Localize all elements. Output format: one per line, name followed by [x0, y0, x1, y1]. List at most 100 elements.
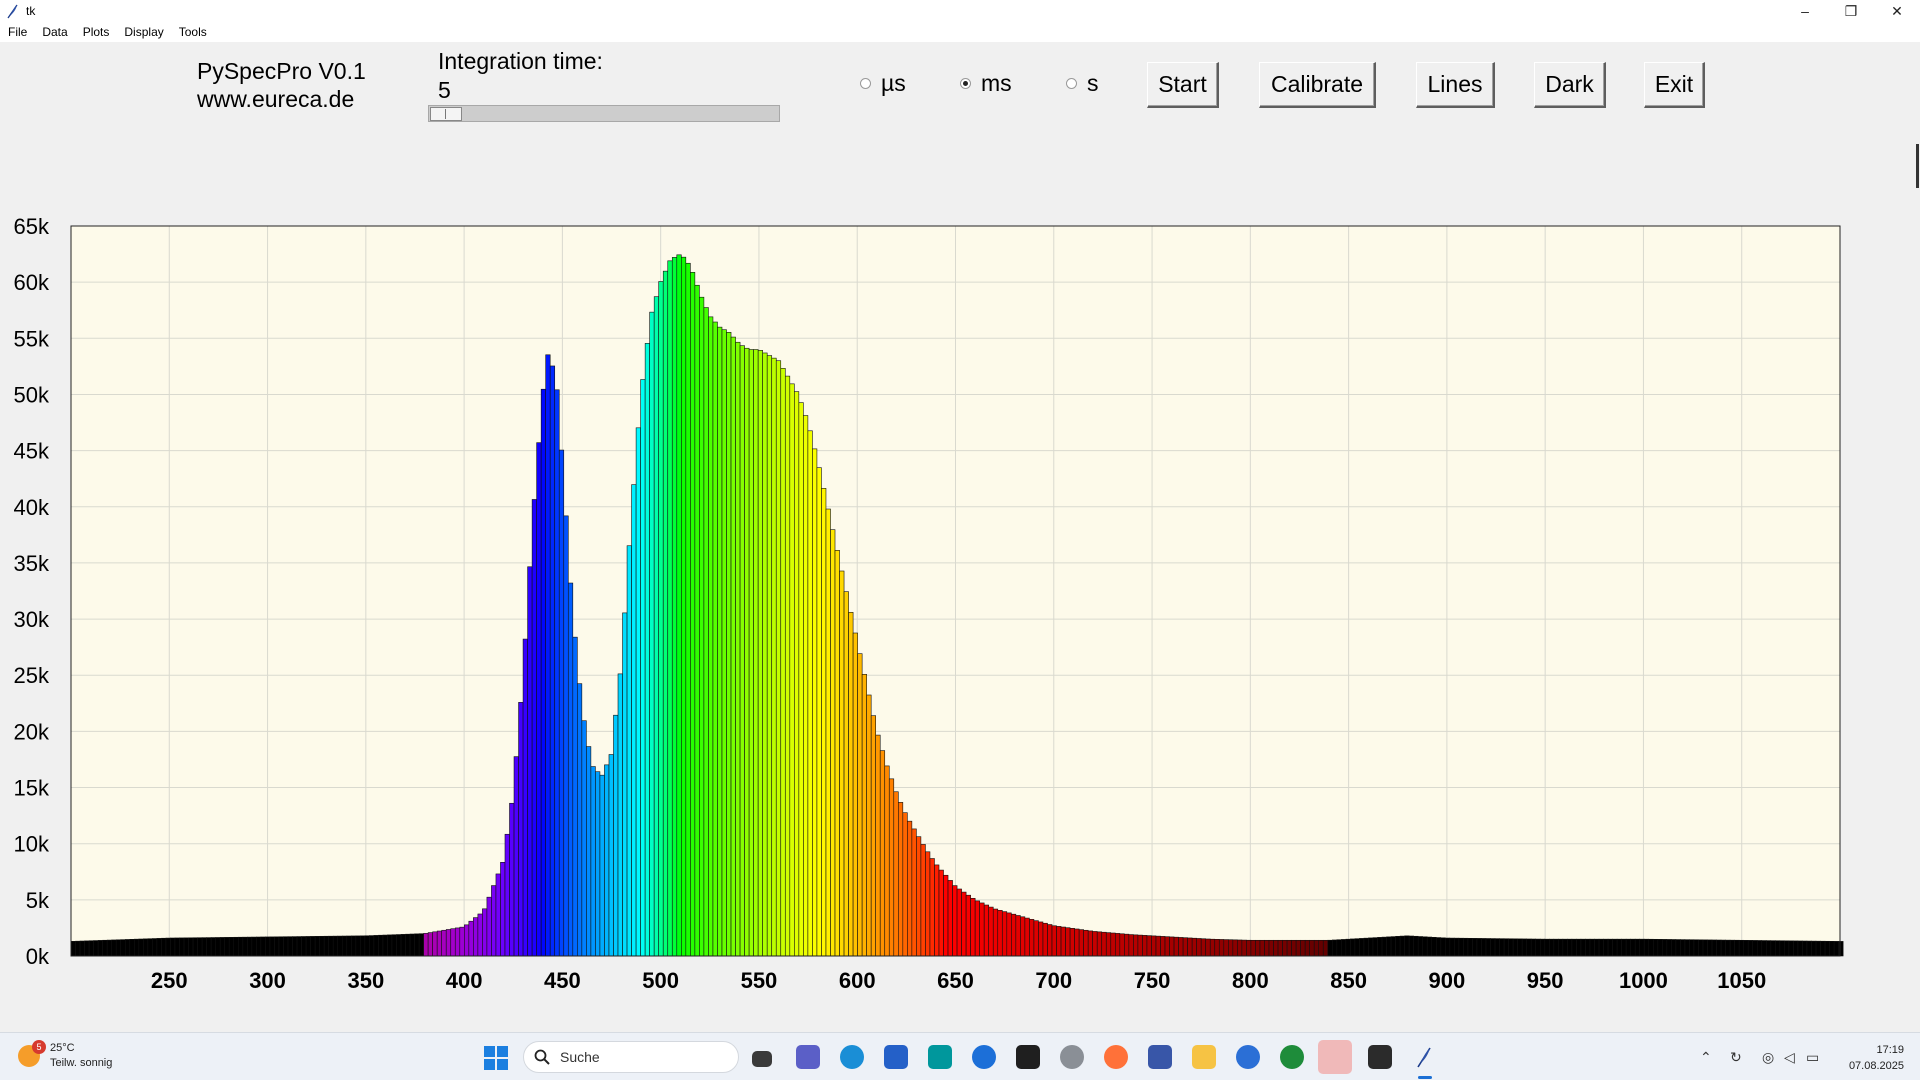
console-icon[interactable]	[1368, 1045, 1392, 1069]
spectrum-bar	[934, 864, 940, 957]
spectrum-bar	[1643, 938, 1650, 957]
close-button[interactable]: ✕	[1874, 0, 1920, 22]
weather-widget[interactable]: 5 25°C Teilw. sonnig	[18, 1040, 112, 1071]
x-tick-label: 350	[347, 968, 384, 993]
spectrum-bar	[1666, 939, 1672, 957]
spectrum-bar	[1119, 933, 1125, 957]
spectrum-bar	[1426, 936, 1433, 957]
spectrum-bar	[970, 897, 976, 957]
spectrum-bar	[1331, 939, 1338, 957]
y-tick-label: 5k	[26, 888, 50, 913]
spectrum-bar	[436, 930, 443, 957]
task-view-icon[interactable]	[752, 1051, 772, 1067]
spectrum-bar	[378, 934, 384, 957]
radio-indicator[interactable]	[960, 78, 971, 89]
menu-file[interactable]: File	[0, 25, 34, 39]
spectrum-bar	[350, 935, 357, 957]
x-tick-label: 800	[1232, 968, 1269, 993]
spectrum-bar	[382, 934, 388, 957]
unit-radio-s[interactable]: s	[1066, 70, 1099, 97]
terminal-app-icon[interactable]	[1016, 1045, 1040, 1069]
spectrum-bar	[613, 714, 619, 957]
clock[interactable]: 17:19 07.08.2025	[1849, 1042, 1904, 1074]
menu-data[interactable]: Data	[34, 25, 74, 39]
spectrum-bar	[626, 545, 632, 957]
spectrum-bar	[902, 812, 908, 957]
spectrum-bar	[875, 734, 881, 957]
spectrum-bar	[852, 632, 858, 957]
edge-icon[interactable]	[840, 1045, 864, 1069]
app-website: www.eureca.de	[197, 86, 355, 112]
integration-time-slider[interactable]	[428, 105, 780, 122]
spectrum-bar	[405, 933, 411, 957]
minimize-button[interactable]: –	[1782, 0, 1828, 22]
spectrum-bar	[1621, 938, 1627, 957]
spectrum-bar	[943, 874, 949, 957]
lines-button[interactable]: Lines	[1416, 62, 1495, 108]
spectrum-bar	[717, 326, 723, 957]
spectrum-bar	[1255, 939, 1261, 957]
unit-radio-us[interactable]: µs	[860, 70, 906, 97]
spectrum-bar	[1264, 939, 1270, 957]
spectrum-bar	[242, 936, 248, 957]
spectrum-bar	[667, 260, 673, 957]
sync-icon[interactable]: ↻	[1730, 1049, 1742, 1066]
spectrum-bar	[206, 937, 212, 957]
battery-icon[interactable]: ▭	[1806, 1049, 1819, 1066]
spectrum-bar	[509, 802, 515, 957]
hs-app-icon[interactable]	[1280, 1045, 1304, 1069]
spectrum-bar	[1508, 938, 1514, 957]
radio-indicator[interactable]	[1066, 78, 1077, 89]
spectrum-bar	[983, 904, 990, 957]
calibrate-button[interactable]: Calibrate	[1259, 62, 1376, 108]
spectrum-bar	[1377, 937, 1383, 957]
menu-display[interactable]: Display	[116, 25, 170, 39]
x-axis-ticks: 250 300 350 400 450 500 550 600 650 700 750 800 850 9…	[151, 968, 1766, 993]
arduino-icon[interactable]	[928, 1045, 952, 1069]
start-button[interactable]: Start	[1147, 62, 1219, 108]
exit-button[interactable]: Exit	[1644, 62, 1705, 108]
maximize-button[interactable]: ❐	[1828, 0, 1874, 22]
dark-button[interactable]: Dark	[1534, 62, 1606, 108]
taskbar-search[interactable]: Suche	[523, 1041, 739, 1073]
browser-icon[interactable]	[972, 1045, 996, 1069]
vpn-icon[interactable]	[1236, 1045, 1260, 1069]
network-icon[interactable]: ◎	[1762, 1049, 1774, 1066]
network-tool-icon[interactable]	[1060, 1045, 1084, 1069]
spectrum-bar	[387, 934, 393, 957]
store-icon[interactable]	[884, 1045, 908, 1069]
spectrum-bar	[540, 388, 546, 957]
tk-feather-icon[interactable]	[1412, 1045, 1436, 1069]
spectrum-bar	[1743, 940, 1749, 957]
spectrum-bar	[1806, 940, 1812, 957]
y-tick-label: 55k	[14, 326, 50, 351]
radio-indicator[interactable]	[860, 78, 871, 89]
tray-overflow-icon[interactable]: ⌃	[1700, 1049, 1712, 1066]
spectrum-bar	[1530, 938, 1537, 957]
scrollbar-marker[interactable]	[1916, 144, 1919, 188]
spectrum-bar	[1327, 939, 1333, 957]
firefox-icon[interactable]	[1104, 1045, 1128, 1069]
spectrum-bar	[640, 379, 646, 957]
spectrum-bar	[1155, 935, 1161, 957]
python-app-icon[interactable]	[1318, 1040, 1352, 1074]
spectrum-bar	[839, 570, 845, 957]
x-tick-label: 1050	[1717, 968, 1766, 993]
spectrum-bar	[1259, 939, 1265, 957]
volume-icon[interactable]: ◁	[1784, 1049, 1795, 1066]
spectrum-bar	[816, 467, 822, 957]
outlook-icon[interactable]	[1148, 1045, 1172, 1069]
spectrum-bar	[477, 913, 483, 957]
spectrum-bar	[283, 936, 289, 957]
spectrum-bar	[952, 885, 958, 957]
file-explorer-icon[interactable]	[1192, 1045, 1216, 1069]
x-tick-label: 1000	[1619, 968, 1668, 993]
spectrum-bar	[730, 336, 736, 957]
start-menu-button[interactable]	[484, 1046, 508, 1070]
unit-radio-ms[interactable]: ms	[960, 70, 1012, 97]
menu-tools[interactable]: Tools	[171, 25, 214, 39]
menu-plots[interactable]: Plots	[75, 25, 117, 39]
teams-icon[interactable]	[796, 1045, 820, 1069]
slider-thumb[interactable]	[430, 107, 462, 121]
spectrum-bar	[1336, 939, 1342, 957]
